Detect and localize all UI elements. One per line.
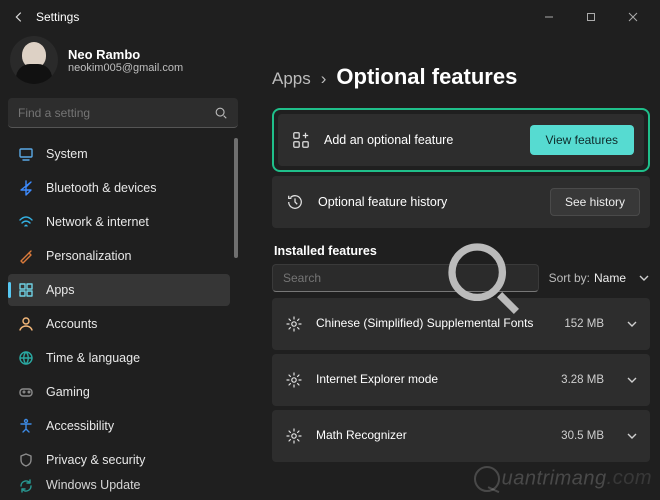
see-history-button[interactable]: See history <box>550 188 640 216</box>
sidebar-item-label: Windows Update <box>46 478 141 492</box>
history-label: Optional feature history <box>318 195 536 209</box>
sidebar-item-label: Time & language <box>46 351 140 365</box>
feature-list: Chinese (Simplified) Supplemental Fonts 1… <box>272 298 650 462</box>
chevron-down-icon <box>626 430 638 442</box>
titlebar: Settings <box>0 0 660 34</box>
sort-prefix: Sort by: <box>549 271 590 285</box>
profile-name: Neo Rambo <box>68 47 183 62</box>
shield-icon <box>18 452 34 468</box>
feature-name: Chinese (Simplified) Supplemental Fonts <box>316 316 538 332</box>
window-controls <box>528 3 654 31</box>
sidebar-item-time-language[interactable]: Time & language <box>8 342 230 374</box>
sidebar-item-label: Personalization <box>46 249 131 263</box>
sort-dropdown[interactable]: Sort by: Name <box>549 271 650 285</box>
main-panel: Apps › Optional features Add an optional… <box>246 34 660 500</box>
chevron-down-icon <box>626 318 638 330</box>
search-icon <box>214 106 228 120</box>
sidebar-item-label: System <box>46 147 88 161</box>
search-input[interactable] <box>18 106 214 120</box>
feature-row[interactable]: Math Recognizer 30.5 MB <box>272 410 650 462</box>
sidebar-item-label: Bluetooth & devices <box>46 181 157 195</box>
add-feature-card[interactable]: Add an optional feature View features <box>278 114 644 166</box>
sidebar-item-personalization[interactable]: Personalization <box>8 240 230 272</box>
sort-value: Name <box>594 271 626 285</box>
history-icon <box>286 193 304 211</box>
view-features-button[interactable]: View features <box>530 125 635 155</box>
feature-name: Internet Explorer mode <box>316 372 538 388</box>
sidebar: Neo Rambo neokim005@gmail.com System Blue… <box>0 34 246 500</box>
apps-icon <box>18 282 34 298</box>
window-title: Settings <box>36 10 79 24</box>
search-icon <box>438 233 528 323</box>
add-grid-icon <box>292 131 310 149</box>
breadcrumb-sep: › <box>321 69 327 89</box>
profile-email: neokim005@gmail.com <box>68 62 183 74</box>
avatar <box>10 36 58 84</box>
feature-name: Math Recognizer <box>316 428 538 444</box>
feature-size: 152 MB <box>552 318 604 330</box>
update-icon <box>18 478 34 494</box>
add-feature-label: Add an optional feature <box>324 133 516 147</box>
breadcrumb-parent[interactable]: Apps <box>272 69 311 89</box>
sidebar-item-gaming[interactable]: Gaming <box>8 376 230 408</box>
sidebar-item-system[interactable]: System <box>8 138 230 170</box>
system-icon <box>18 146 34 162</box>
sidebar-item-label: Accessibility <box>46 419 114 433</box>
sidebar-item-windows-update[interactable]: Windows Update <box>8 478 230 494</box>
gear-icon <box>286 316 302 332</box>
sidebar-item-accounts[interactable]: Accounts <box>8 308 230 340</box>
sidebar-item-label: Privacy & security <box>46 453 145 467</box>
brush-icon <box>18 248 34 264</box>
feature-size: 30.5 MB <box>552 430 604 442</box>
close-button[interactable] <box>612 3 654 31</box>
sidebar-item-label: Accounts <box>46 317 97 331</box>
nav: System Bluetooth & devices Network & inter… <box>8 138 238 500</box>
sidebar-item-accessibility[interactable]: Accessibility <box>8 410 230 442</box>
installed-search[interactable] <box>272 264 539 292</box>
breadcrumb: Apps › Optional features <box>272 34 650 108</box>
sidebar-item-bluetooth-devices[interactable]: Bluetooth & devices <box>8 172 230 204</box>
profile-block[interactable]: Neo Rambo neokim005@gmail.com <box>8 34 238 96</box>
gaming-icon <box>18 384 34 400</box>
installed-toolbar: Sort by: Name <box>272 264 650 292</box>
feature-row[interactable]: Internet Explorer mode 3.28 MB <box>272 354 650 406</box>
chevron-down-icon <box>638 272 650 284</box>
sidebar-item-privacy-security[interactable]: Privacy & security <box>8 444 230 476</box>
sidebar-item-label: Network & internet <box>46 215 149 229</box>
gear-icon <box>286 372 302 388</box>
sidebar-item-label: Gaming <box>46 385 90 399</box>
back-button[interactable] <box>6 4 32 30</box>
page-title: Optional features <box>336 64 517 90</box>
globe-icon <box>18 350 34 366</box>
sidebar-scrollbar[interactable] <box>234 138 238 500</box>
user-icon <box>18 316 34 332</box>
sidebar-item-network-internet[interactable]: Network & internet <box>8 206 230 238</box>
accessibility-icon <box>18 418 34 434</box>
gear-icon <box>286 428 302 444</box>
sidebar-item-label: Apps <box>46 283 75 297</box>
watermark: uantrimang.com <box>474 466 652 492</box>
bluetooth-icon <box>18 180 34 196</box>
feature-size: 3.28 MB <box>552 374 604 386</box>
maximize-button[interactable] <box>570 3 612 31</box>
minimize-button[interactable] <box>528 3 570 31</box>
history-card[interactable]: Optional feature history See history <box>272 176 650 228</box>
find-setting-search[interactable] <box>8 98 238 128</box>
sidebar-item-apps[interactable]: Apps <box>8 274 230 306</box>
chevron-down-icon <box>626 374 638 386</box>
wifi-icon <box>18 214 34 230</box>
installed-search-input[interactable] <box>283 271 438 285</box>
highlight-ring: Add an optional feature View features <box>272 108 650 172</box>
